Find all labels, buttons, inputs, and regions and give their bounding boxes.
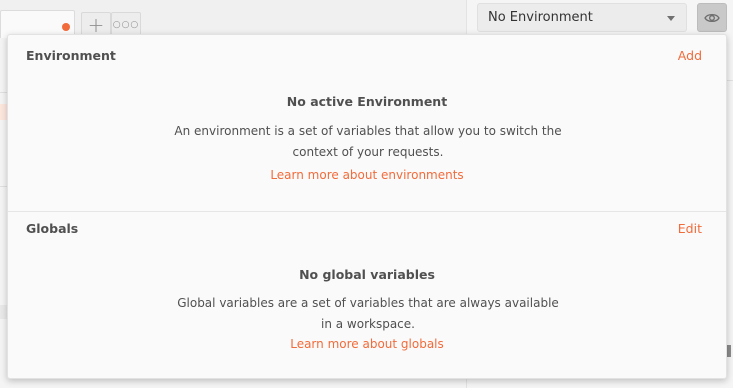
add-environment-button[interactable]: Add <box>678 48 702 63</box>
edit-globals-button[interactable]: Edit <box>678 221 702 236</box>
unsaved-dot-icon <box>62 23 70 31</box>
globals-learn-more-link[interactable]: Learn more about globals <box>290 337 444 351</box>
environment-section-title: Environment <box>26 48 116 63</box>
environment-quick-look-button[interactable] <box>697 3 727 32</box>
divider <box>0 92 7 93</box>
plus-icon: + <box>87 13 105 37</box>
more-icon: ○○○ <box>112 20 140 30</box>
environment-quick-look-popup: Environment Add No active Environment An… <box>7 34 727 379</box>
background-fragment <box>0 104 7 120</box>
globals-empty-description: Global variables are a set of variables … <box>177 296 559 331</box>
environment-empty-description: An environment is a set of variables tha… <box>174 124 562 159</box>
globals-learn-more: Learn more about globals <box>8 337 726 351</box>
chevron-down-icon <box>667 16 675 21</box>
divider <box>0 186 7 187</box>
background-fragment <box>727 345 731 357</box>
globals-empty-title: No global variables <box>299 267 435 282</box>
divider <box>727 80 733 81</box>
background-fragment <box>0 305 7 319</box>
globals-section: Globals Edit No global variables Global … <box>8 212 726 377</box>
environment-learn-more: Learn more about environments <box>8 168 726 182</box>
environment-learn-more-link[interactable]: Learn more about environments <box>270 168 463 182</box>
environment-section: Environment Add No active Environment An… <box>8 35 726 212</box>
environment-select[interactable]: No Environment <box>477 3 687 32</box>
eye-icon <box>704 13 720 22</box>
globals-section-title: Globals <box>26 221 79 236</box>
environment-select-value: No Environment <box>488 10 593 25</box>
environment-empty-title: No active Environment <box>286 94 448 109</box>
